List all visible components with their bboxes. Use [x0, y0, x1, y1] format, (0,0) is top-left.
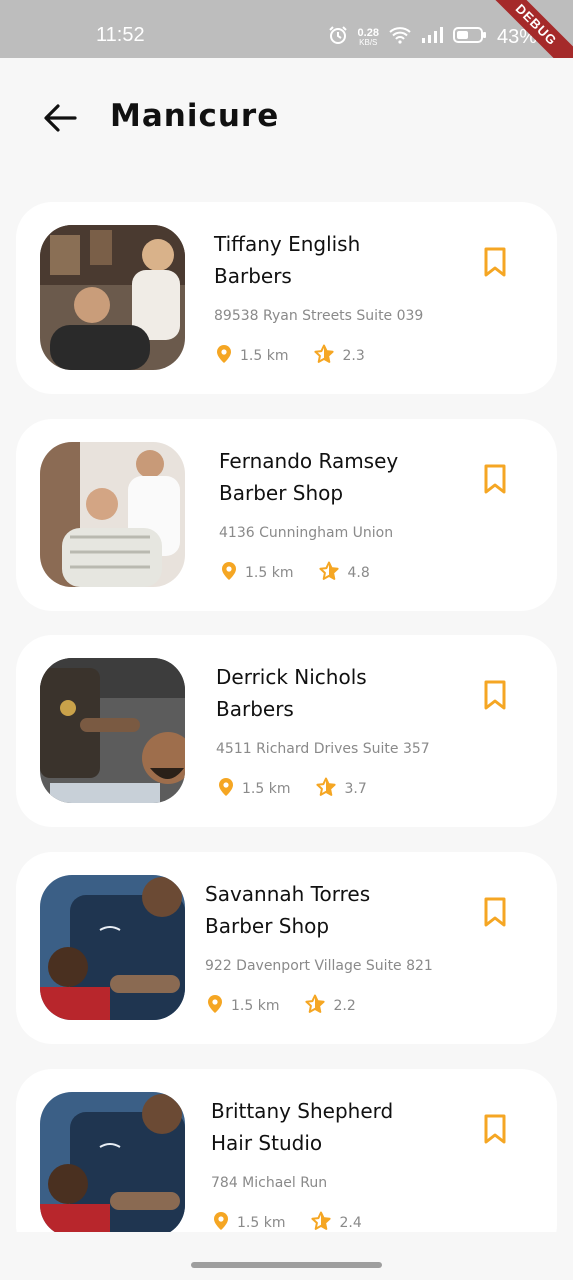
- shop-meta: 1.5 km 2.3: [216, 342, 365, 370]
- app-header: Manicure: [0, 58, 573, 178]
- star-icon: [319, 561, 340, 585]
- location-pin-icon: [207, 994, 223, 1018]
- shop-name[interactable]: Derrick Nichols Barbers: [216, 661, 456, 725]
- shop-photo: [40, 225, 185, 370]
- bookmark-button[interactable]: [479, 1113, 511, 1149]
- shop-card[interactable]: Savannah Torres Barber Shop 922 Davenpor…: [16, 852, 557, 1044]
- shop-list: Tiffany English Barbers 89538 Ryan Stree…: [16, 202, 557, 1232]
- battery-icon: [452, 26, 487, 48]
- shop-card[interactable]: Fernando Ramsey Barber Shop 4136 Cunning…: [16, 419, 557, 611]
- bookmark-button[interactable]: [479, 896, 511, 932]
- status-icons: 0.28 KB/S 43%: [328, 24, 537, 50]
- shop-name-line1: Tiffany English: [214, 232, 361, 256]
- bookmark-button[interactable]: [479, 679, 511, 715]
- page-title: Manicure: [110, 98, 280, 134]
- bottom-nav-area: [0, 1232, 573, 1280]
- shop-photo: [40, 875, 185, 1020]
- shop-address: 4511 Richard Drives Suite 357: [216, 741, 430, 757]
- back-button[interactable]: [40, 100, 80, 140]
- shop-photo: [40, 1092, 185, 1232]
- shop-rating: 2.4: [339, 1215, 362, 1231]
- shop-address: 922 Davenport Village Suite 821: [205, 958, 433, 974]
- shop-rating: 3.7: [344, 781, 367, 797]
- shop-name-line2: Barbers: [214, 264, 292, 288]
- shop-meta: 1.5 km 4.8: [221, 559, 370, 587]
- bookmark-icon: [483, 1114, 507, 1148]
- network-speed: 0.28 KB/S: [357, 26, 379, 47]
- wifi-icon: [389, 26, 411, 48]
- network-speed-value: 0.28: [357, 26, 379, 39]
- shop-meta: 1.5 km 3.7: [218, 775, 367, 803]
- shop-photo: [40, 442, 185, 587]
- location-pin-icon: [218, 777, 234, 801]
- bookmark-icon: [483, 897, 507, 931]
- shop-name[interactable]: Savannah Torres Barber Shop: [205, 878, 445, 942]
- shop-name[interactable]: Tiffany English Barbers: [214, 228, 454, 292]
- shop-name-line2: Barbers: [216, 697, 294, 721]
- shop-name-line1: Fernando Ramsey: [219, 449, 399, 473]
- bookmark-button[interactable]: [479, 463, 511, 499]
- shop-distance: 1.5 km: [242, 781, 291, 797]
- bookmark-icon: [483, 464, 507, 498]
- shop-name-line1: Savannah Torres: [205, 882, 371, 906]
- signal-icon: [421, 26, 443, 48]
- shop-distance: 1.5 km: [240, 348, 289, 364]
- bookmark-button[interactable]: [479, 246, 511, 282]
- shop-rating: 2.3: [342, 348, 365, 364]
- location-pin-icon: [221, 561, 237, 585]
- network-speed-unit: KB/S: [359, 37, 378, 47]
- shop-name-line1: Brittany Shepherd: [211, 1099, 394, 1123]
- shop-name[interactable]: Brittany Shepherd Hair Studio: [211, 1095, 451, 1159]
- star-icon: [305, 994, 326, 1018]
- shop-name-line2: Barber Shop: [205, 914, 330, 938]
- shop-rating: 2.2: [333, 998, 356, 1014]
- bookmark-icon: [483, 247, 507, 281]
- shop-photo: [40, 658, 185, 803]
- shop-rating: 4.8: [347, 565, 370, 581]
- status-bar: 11:52 0.28 KB/S 43% DEBUG: [0, 0, 573, 86]
- shop-meta: 1.5 km 2.2: [207, 992, 356, 1020]
- shop-name-line2: Barber Shop: [219, 481, 344, 505]
- shop-address: 89538 Ryan Streets Suite 039: [214, 308, 424, 324]
- shop-card[interactable]: Brittany Shepherd Hair Studio 784 Michae…: [16, 1069, 557, 1232]
- shop-distance: 1.5 km: [231, 998, 280, 1014]
- shop-card[interactable]: Derrick Nichols Barbers 4511 Richard Dri…: [16, 635, 557, 827]
- shop-meta: 1.5 km 2.4: [213, 1209, 362, 1232]
- location-pin-icon: [216, 344, 232, 368]
- shop-card[interactable]: Tiffany English Barbers 89538 Ryan Stree…: [16, 202, 557, 394]
- home-indicator[interactable]: [191, 1262, 382, 1268]
- star-icon: [311, 1211, 332, 1232]
- shop-name-line1: Derrick Nichols: [216, 665, 367, 689]
- star-icon: [316, 777, 337, 801]
- shop-name-line2: Hair Studio: [211, 1131, 323, 1155]
- status-time: 11:52: [96, 24, 145, 46]
- arrow-left-icon: [43, 103, 77, 137]
- shop-address: 4136 Cunningham Union: [219, 525, 394, 541]
- star-icon: [314, 344, 335, 368]
- location-pin-icon: [213, 1211, 229, 1232]
- shop-distance: 1.5 km: [245, 565, 294, 581]
- bookmark-icon: [483, 680, 507, 714]
- alarm-icon: [328, 25, 348, 49]
- shop-distance: 1.5 km: [237, 1215, 286, 1231]
- shop-address: 784 Michael Run: [211, 1175, 328, 1191]
- shop-name[interactable]: Fernando Ramsey Barber Shop: [219, 445, 459, 509]
